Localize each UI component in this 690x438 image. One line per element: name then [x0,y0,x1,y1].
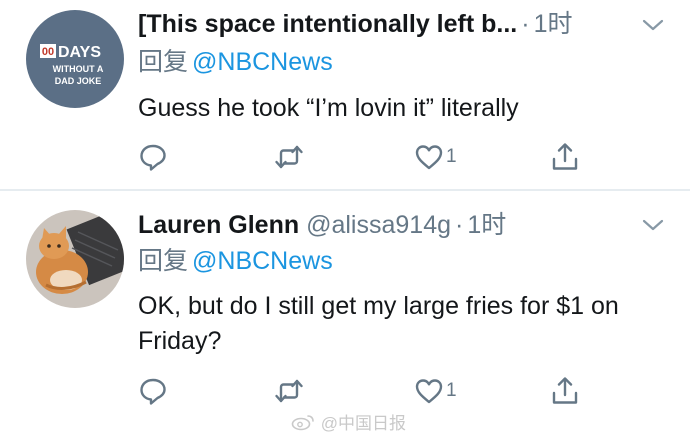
tweet-header: [This space intentionally left b... · 1时 [138,7,632,41]
reply-prefix: 回复 [138,48,189,76]
tweet-text: OK, but do I still get my large fries fo… [138,292,619,355]
like-icon [415,379,443,404]
like-count: 1 [446,146,457,167]
separator-dot: · [455,211,464,239]
handle[interactable]: @alissa914g [306,211,451,239]
timestamp[interactable]: 1时 [467,211,506,239]
reply-prefix: 回复 [138,247,189,275]
share-icon [552,143,578,170]
tweet-text: Guess he took “I’m lovin it” literally [138,94,519,122]
retweet-icon [275,379,303,403]
like-button[interactable]: 1 [414,139,457,175]
tweet-divider [0,189,690,191]
reply-to-link[interactable]: @NBCNews [192,247,333,275]
like-icon [415,145,443,170]
svg-text:DAD JOKE: DAD JOKE [55,76,102,86]
action-bar: 1 [138,139,598,175]
reply-icon [140,144,166,171]
weibo-icon [291,414,314,430]
like-button[interactable]: 1 [414,373,457,409]
action-bar: 1 [138,373,598,409]
reply-button[interactable] [138,139,168,175]
avatar[interactable]: 00 DAYS WITHOUT A DAD JOKE [26,10,124,108]
like-count: 1 [446,380,457,401]
watermark-text: @中国日报 [320,414,406,433]
svg-text:WITHOUT A: WITHOUT A [53,64,104,74]
reply-icon [140,378,166,405]
tweet-header: Lauren Glenn @alissa914g · 1时 [138,208,632,242]
reply-button[interactable] [138,373,168,409]
chevron-down-icon[interactable] [640,16,666,34]
reply-context: 回复 @NBCNews [138,245,333,277]
reply-to-link[interactable]: @NBCNews [192,48,333,76]
separator-dot: · [521,10,530,38]
avatar[interactable] [26,210,124,308]
share-icon [552,377,578,404]
share-button[interactable] [550,373,580,409]
timestamp[interactable]: 1时 [534,10,573,38]
chevron-down-icon[interactable] [640,216,666,234]
tweet[interactable]: Lauren Glenn @alissa914g · 1时 回复 @NBCNews O… [0,192,690,438]
watermark: @中国日报 [291,409,406,434]
reply-context: 回复 @NBCNews [138,46,333,78]
svg-text:00: 00 [42,46,54,58]
display-name[interactable]: [This space intentionally left b... [138,10,517,38]
retweet-button[interactable] [274,373,304,409]
display-name[interactable]: Lauren Glenn [138,211,299,239]
share-button[interactable] [550,139,580,175]
svg-text:DAYS: DAYS [58,44,101,61]
retweet-button[interactable] [274,139,304,175]
retweet-icon [275,145,303,169]
tweet[interactable]: 00 DAYS WITHOUT A DAD JOKE [This space i… [0,0,690,190]
